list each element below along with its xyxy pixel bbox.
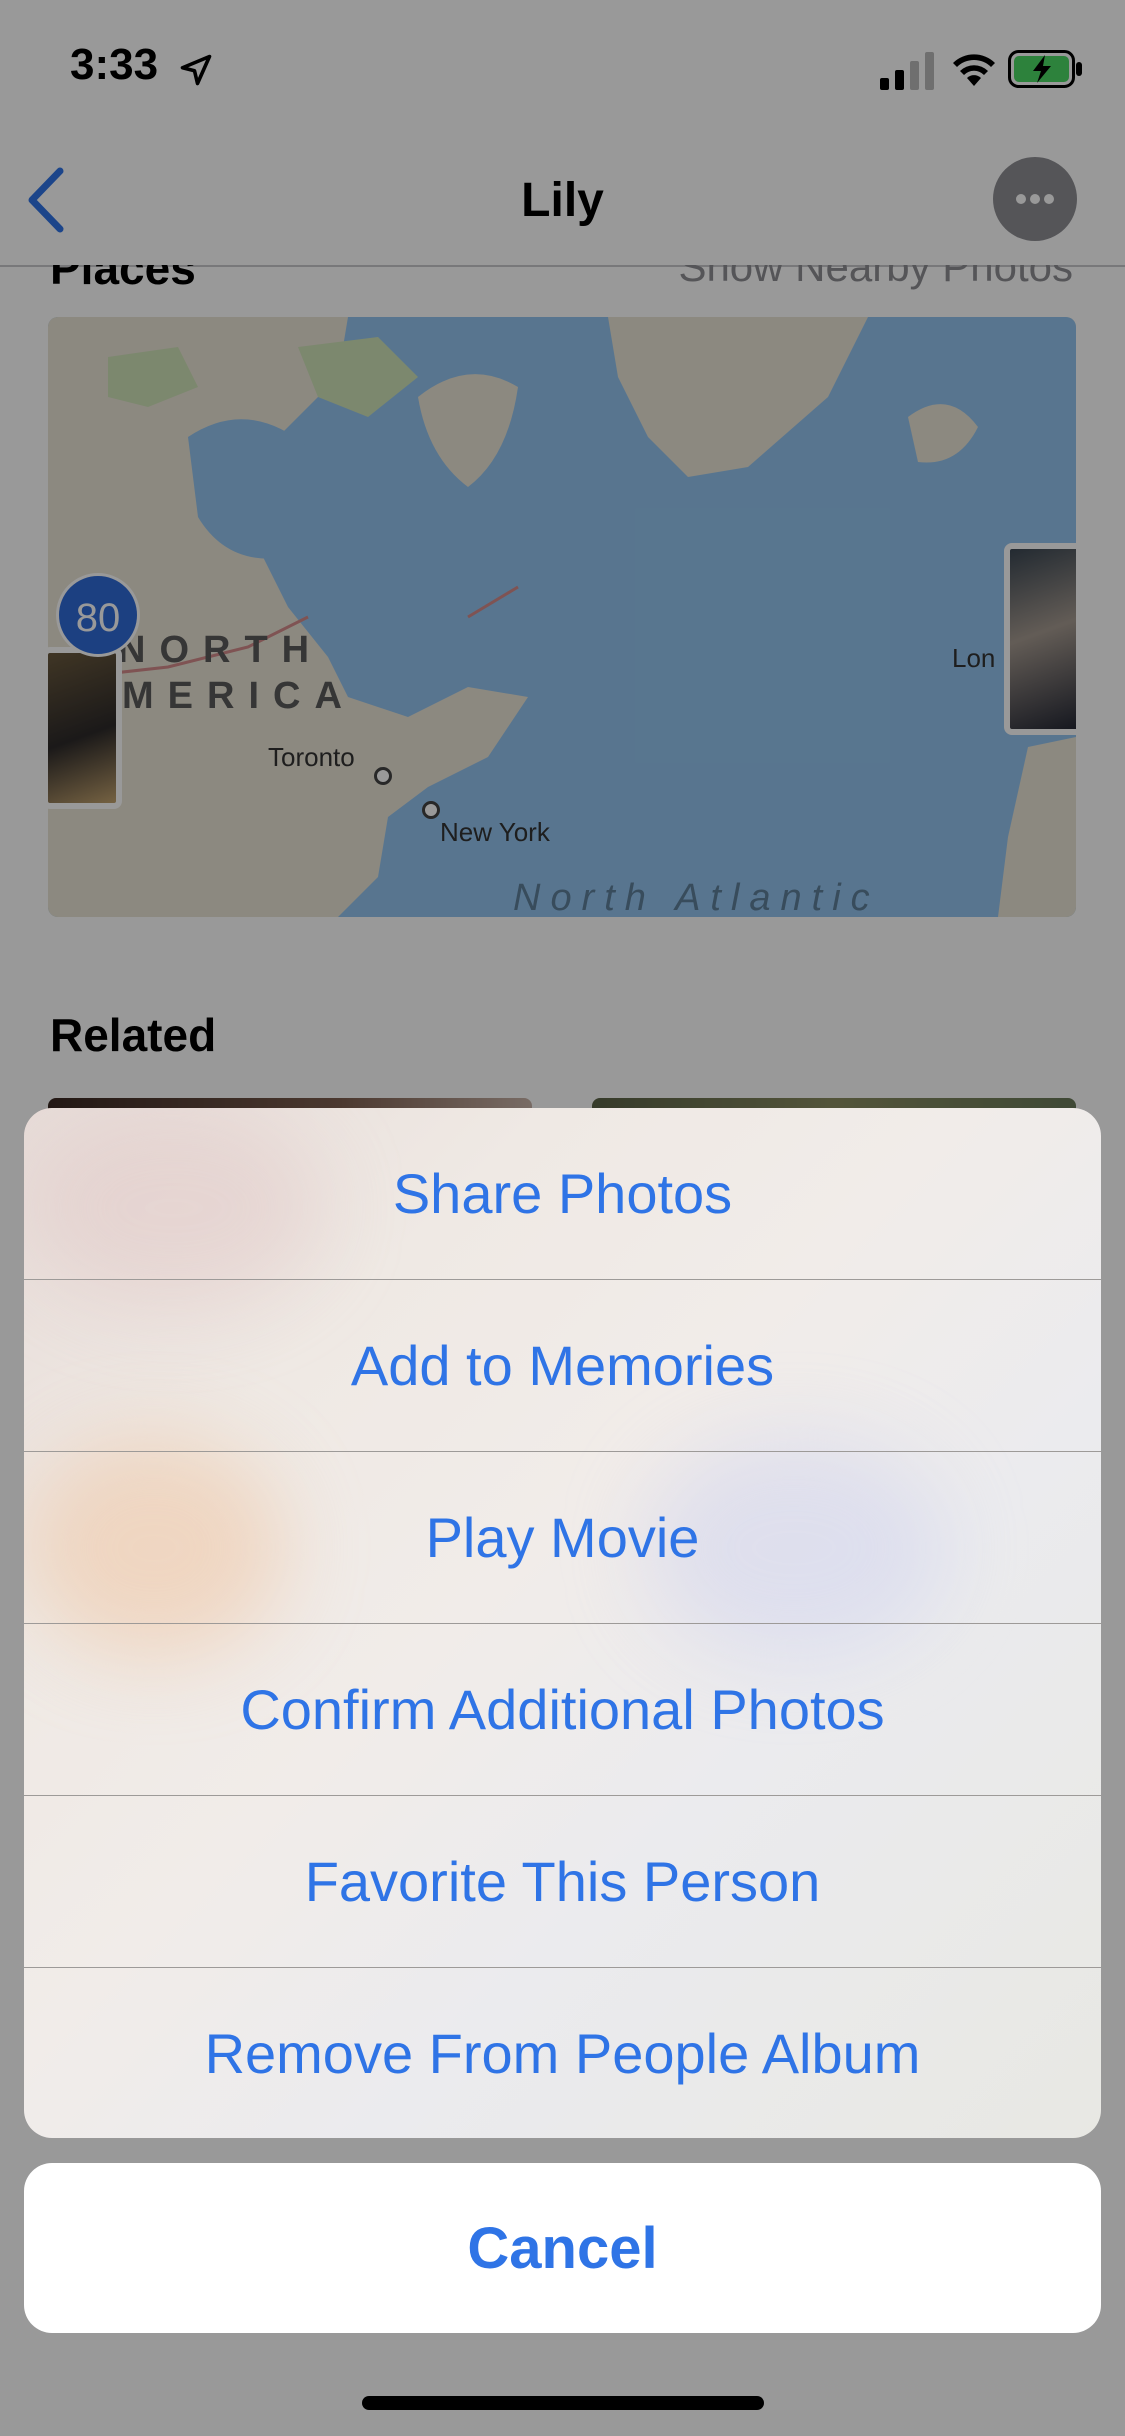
action-sheet: Share Photos Add to Memories Play Movie … [24, 1108, 1101, 2138]
add-to-memories-button[interactable]: Add to Memories [24, 1280, 1101, 1452]
confirm-additional-photos-button[interactable]: Confirm Additional Photos [24, 1624, 1101, 1796]
play-movie-button[interactable]: Play Movie [24, 1452, 1101, 1624]
home-indicator[interactable] [362, 2396, 764, 2410]
share-photos-button[interactable]: Share Photos [24, 1108, 1101, 1280]
remove-from-people-album-button[interactable]: Remove From People Album [24, 1968, 1101, 2138]
cancel-button[interactable]: Cancel [24, 2163, 1101, 2333]
favorite-this-person-button[interactable]: Favorite This Person [24, 1796, 1101, 1968]
